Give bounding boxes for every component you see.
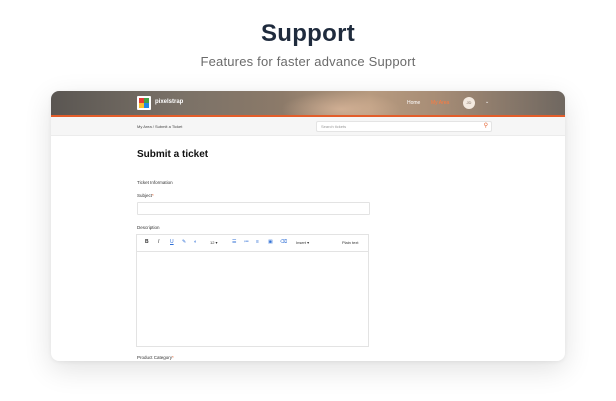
brand-logo-icon[interactable]	[137, 96, 151, 110]
search-icon[interactable]: ⚲	[484, 122, 488, 129]
bold-button[interactable]: B	[145, 239, 149, 246]
insert-dropdown[interactable]: Insert ▾	[296, 239, 309, 246]
product-category-label: Product Category*	[137, 355, 174, 360]
hero-subtitle: Features for faster advance Support	[200, 54, 416, 69]
header-background-image	[281, 91, 401, 117]
search-input[interactable]: Search tickets	[321, 124, 346, 129]
subject-label: Subject*	[137, 193, 154, 198]
image-icon[interactable]: ▣	[268, 239, 273, 246]
editor-content-area[interactable]	[137, 252, 368, 346]
breadcrumb-bar: My Area / Submit a Ticket Search tickets…	[51, 117, 565, 136]
font-size-select[interactable]: 12 ▾	[210, 239, 218, 246]
clear-format-icon[interactable]: ⌫	[280, 239, 287, 246]
text-color-icon[interactable]: ✎	[182, 239, 186, 246]
highlight-icon[interactable]: ◐	[194, 239, 197, 246]
subject-input[interactable]	[137, 202, 370, 215]
top-navbar: pixelstrap Home My Area JD ⌄	[51, 91, 565, 117]
italic-button[interactable]: I	[158, 239, 159, 246]
align-icon[interactable]: ☰	[232, 239, 236, 246]
subject-label-text: Subject	[137, 193, 153, 198]
breadcrumb[interactable]: My Area / Submit a Ticket	[137, 124, 182, 129]
nav-my-area-link[interactable]: My Area	[431, 100, 449, 106]
app-screenshot-frame: pixelstrap Home My Area JD ⌄ My Area / S…	[51, 91, 565, 361]
required-marker: *	[172, 355, 174, 360]
plain-text-toggle[interactable]: Plain text	[342, 239, 358, 246]
search-box[interactable]: Search tickets ⚲	[316, 121, 492, 132]
underline-button[interactable]: U	[170, 239, 174, 246]
hero-title: Support	[260, 20, 356, 47]
bullet-list-icon[interactable]: ≔	[244, 239, 249, 246]
avatar[interactable]: JD	[463, 97, 475, 109]
description-label: Description	[137, 225, 160, 230]
brand-name[interactable]: pixelstrap	[155, 99, 183, 105]
description-editor[interactable]: B I U ✎ ◐ 12 ▾ ☰ ≔ ≡ ▣ ⌫ Insert ▾ Plain …	[136, 234, 369, 347]
user-menu-chevron-icon[interactable]: ⌄	[485, 99, 489, 105]
required-marker: *	[152, 193, 154, 198]
editor-toolbar: B I U ✎ ◐ 12 ▾ ☰ ≔ ≡ ▣ ⌫ Insert ▾ Plain …	[137, 235, 368, 252]
nav-home-link[interactable]: Home	[407, 100, 420, 106]
page-title: Submit a ticket	[137, 149, 209, 160]
section-heading: Ticket Information	[137, 180, 173, 185]
product-category-label-text: Product Category	[137, 355, 173, 360]
numbered-list-icon[interactable]: ≡	[256, 239, 259, 246]
